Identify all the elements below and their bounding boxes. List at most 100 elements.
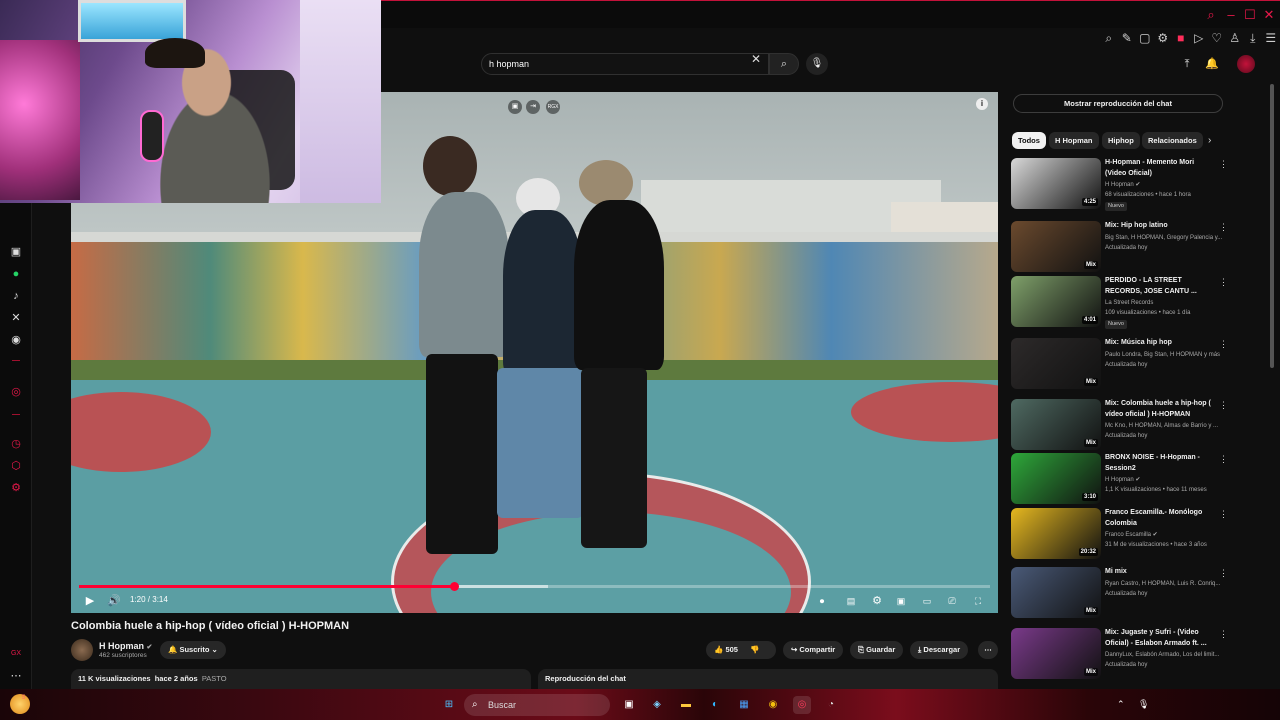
recommendation-channel[interactable]: Franco Escamilla ✔ [1105, 530, 1229, 540]
miniplayer-icon[interactable]: ▣ [508, 100, 522, 114]
theater-mode-icon[interactable]: ▭ [919, 593, 935, 609]
volume-icon[interactable]: 🔊 [107, 593, 121, 609]
recommendation-channel[interactable]: La Street Records [1105, 298, 1229, 308]
more-icon[interactable]: ⋯ [8, 668, 24, 684]
maximize-icon[interactable]: ☐ [1242, 7, 1258, 23]
recommendation-item[interactable]: Mix Mix: Colombia huele a hip-hop ( vídeo… [1011, 399, 1229, 453]
play-icon[interactable]: ▶ [83, 593, 97, 609]
recommendation-title[interactable]: PERDIDO - LA STREET RECORDS, JOSE CANTU … [1105, 276, 1217, 297]
recommendation-item[interactable]: 4:01 PERDIDO - LA STREET RECORDS, JOSE CA… [1011, 276, 1229, 330]
recommendation-channel[interactable]: Paulo Londra, Big Stan, H HOPMAN y más [1105, 350, 1229, 360]
tiktok-icon[interactable]: ♪ [8, 288, 24, 304]
kebab-menu-icon[interactable]: ⋮ [1219, 277, 1228, 287]
kebab-menu-icon[interactable]: ⋮ [1219, 509, 1228, 519]
kebab-menu-icon[interactable]: ⋮ [1219, 159, 1228, 169]
microphone-tray-icon[interactable]: 🎙 [1138, 697, 1149, 711]
start-icon[interactable]: ⊞ [440, 696, 458, 714]
hashtag[interactable]: PASTO [202, 674, 227, 683]
settings-icon[interactable]: ⚙ [869, 593, 885, 609]
kebab-menu-icon[interactable]: ⋮ [1219, 568, 1228, 578]
recommendation-item[interactable]: 20:32 Franco Escamilla.- Monólogo Colombi… [1011, 508, 1229, 562]
recommendation-thumbnail[interactable]: Mix [1011, 221, 1101, 272]
recommendation-channel[interactable]: H Hopman ✔ [1105, 180, 1229, 190]
download-button[interactable]: ⤓ Descargar [910, 641, 969, 659]
search-input[interactable]: h hopman [481, 53, 769, 75]
recommendation-thumbnail[interactable]: 3:10 [1011, 453, 1101, 504]
cast-icon[interactable]: ⎚ [944, 593, 960, 609]
subscribed-button[interactable]: 🔔 Suscrito ⌄ [160, 641, 226, 659]
recommendation-item[interactable]: Mix Mix: Música hip hop Paulo Londra, Big … [1011, 338, 1229, 392]
player-icon[interactable]: ◎ [8, 384, 24, 400]
task-view-icon[interactable]: ▣ [620, 696, 638, 714]
recommendation-item[interactable]: Mix Mix: Jugaste y Sufri - (Video Oficial… [1011, 628, 1229, 682]
account-icon[interactable]: ♙ [1226, 29, 1244, 47]
save-button[interactable]: ⎘ Guardar [850, 641, 904, 659]
recommendation-thumbnail[interactable]: Mix [1011, 338, 1101, 389]
recommendation-thumbnail[interactable]: 20:32 [1011, 508, 1101, 559]
chevron-right-icon[interactable]: › [1208, 134, 1218, 148]
chip-related[interactable]: Relacionados [1142, 132, 1203, 149]
store-icon[interactable]: ▦ [735, 696, 753, 714]
chip-hiphop[interactable]: Hiphop [1102, 132, 1140, 149]
search-button[interactable]: ⌕ [769, 53, 799, 75]
file-explorer-icon[interactable]: ▬ [677, 696, 695, 714]
recommendation-item[interactable]: 3:10 BRONX NOISE - H-Hopman - Session2 H H… [1011, 453, 1229, 507]
chip-all[interactable]: Todos [1012, 132, 1046, 149]
discord-icon[interactable]: ◉ [8, 332, 24, 348]
weather-icon[interactable] [10, 694, 30, 714]
history-icon[interactable]: ◷ [8, 436, 24, 452]
recommendation-channel[interactable]: DannyLux, Eslabón Armado, Los del limit.… [1105, 650, 1229, 660]
recommendation-channel[interactable]: Big Stan, H HOPMAN, Gregory Palencia y..… [1105, 233, 1229, 243]
channel-name[interactable]: H Hopman ✔ [99, 641, 152, 651]
obs-icon[interactable]: ◔ [822, 696, 840, 714]
x-icon[interactable]: ✕ [8, 310, 24, 326]
recommendation-thumbnail[interactable]: 4:25 [1011, 158, 1101, 209]
channel-avatar[interactable] [71, 639, 93, 661]
zoom-icon[interactable]: ⌕ [1100, 29, 1118, 47]
show-chat-replay-button[interactable]: Mostrar reproducción del chat [1013, 94, 1223, 113]
recommendation-title[interactable]: Mix: Colombia huele a hip-hop ( vídeo of… [1105, 399, 1217, 420]
edge-icon[interactable]: ◐ [706, 696, 724, 714]
recommendation-channel[interactable]: H Hopman ✔ [1105, 475, 1229, 485]
account-avatar[interactable] [1237, 55, 1255, 73]
rgx-icon[interactable]: RGX [546, 100, 560, 114]
recommendation-thumbnail[interactable]: Mix [1011, 399, 1101, 450]
notifications-icon[interactable]: 🔔 [1204, 56, 1220, 72]
info-icon[interactable]: i [976, 98, 988, 110]
clear-search-icon[interactable]: ✕ [749, 52, 763, 66]
chip-h-hopman[interactable]: H Hopman [1049, 132, 1099, 149]
recommendation-item[interactable]: 4:25 H-Hopman - Memento Mori (Video Ofici… [1011, 158, 1229, 212]
kebab-menu-icon[interactable]: ⋮ [1219, 400, 1228, 410]
fullscreen-icon[interactable]: ⛶ [970, 593, 986, 609]
description-box[interactable]: 11 K visualizaciones hace 2 años PASTO [71, 669, 531, 689]
recommendation-title[interactable]: Mi mix [1105, 567, 1217, 578]
menu-icon[interactable]: ☰ [1262, 29, 1280, 47]
settings-icon[interactable]: ⚙ [8, 480, 24, 496]
subtitles-icon[interactable]: ▤ [843, 593, 859, 609]
close-icon[interactable]: ✕ [1261, 7, 1277, 23]
upload-icon[interactable]: ⤒ [1179, 56, 1195, 72]
extension-icon[interactable]: ⚙ [1154, 29, 1172, 47]
recommendation-channel[interactable]: Ryan Castro, H HOPMAN, Luis R. Conriq... [1105, 579, 1229, 589]
snapshot-icon[interactable]: ▢ [1136, 29, 1154, 47]
share-button[interactable]: ↪ Compartir [783, 641, 844, 659]
whatsapp-icon[interactable]: ● [8, 266, 24, 282]
search-tabs-icon[interactable]: ⌕ [1203, 7, 1219, 23]
autoplay-toggle[interactable]: ⏺ [814, 593, 830, 609]
heart-icon[interactable]: ♡ [1208, 29, 1226, 47]
recommendation-title[interactable]: Mix: Música hip hop [1105, 338, 1217, 349]
kebab-menu-icon[interactable]: ⋮ [1219, 629, 1228, 639]
recommendation-title[interactable]: Mix: Jugaste y Sufri - (Video Oficial) -… [1105, 628, 1217, 649]
gx-icon[interactable]: GX [8, 646, 24, 662]
chrome-icon[interactable]: ◉ [764, 696, 782, 714]
miniplayer-icon[interactable]: ▣ [893, 593, 909, 609]
recommendation-title[interactable]: Franco Escamilla.- Monólogo Colombia [1105, 508, 1217, 529]
shield-icon[interactable]: ■ [1172, 29, 1190, 47]
kebab-menu-icon[interactable]: ⋮ [1219, 222, 1228, 232]
enter-icon[interactable]: ⇥ [526, 100, 540, 114]
recommendation-item[interactable]: Mix Mix: Hip hop latino Big Stan, H HOPMAN… [1011, 221, 1229, 275]
dislike-icon[interactable]: 👎 [750, 645, 759, 654]
like-button[interactable]: 👍 505 [714, 645, 738, 654]
kebab-menu-icon[interactable]: ⋮ [1219, 454, 1228, 464]
tray-chevron-icon[interactable]: ⌃ [1117, 697, 1125, 711]
